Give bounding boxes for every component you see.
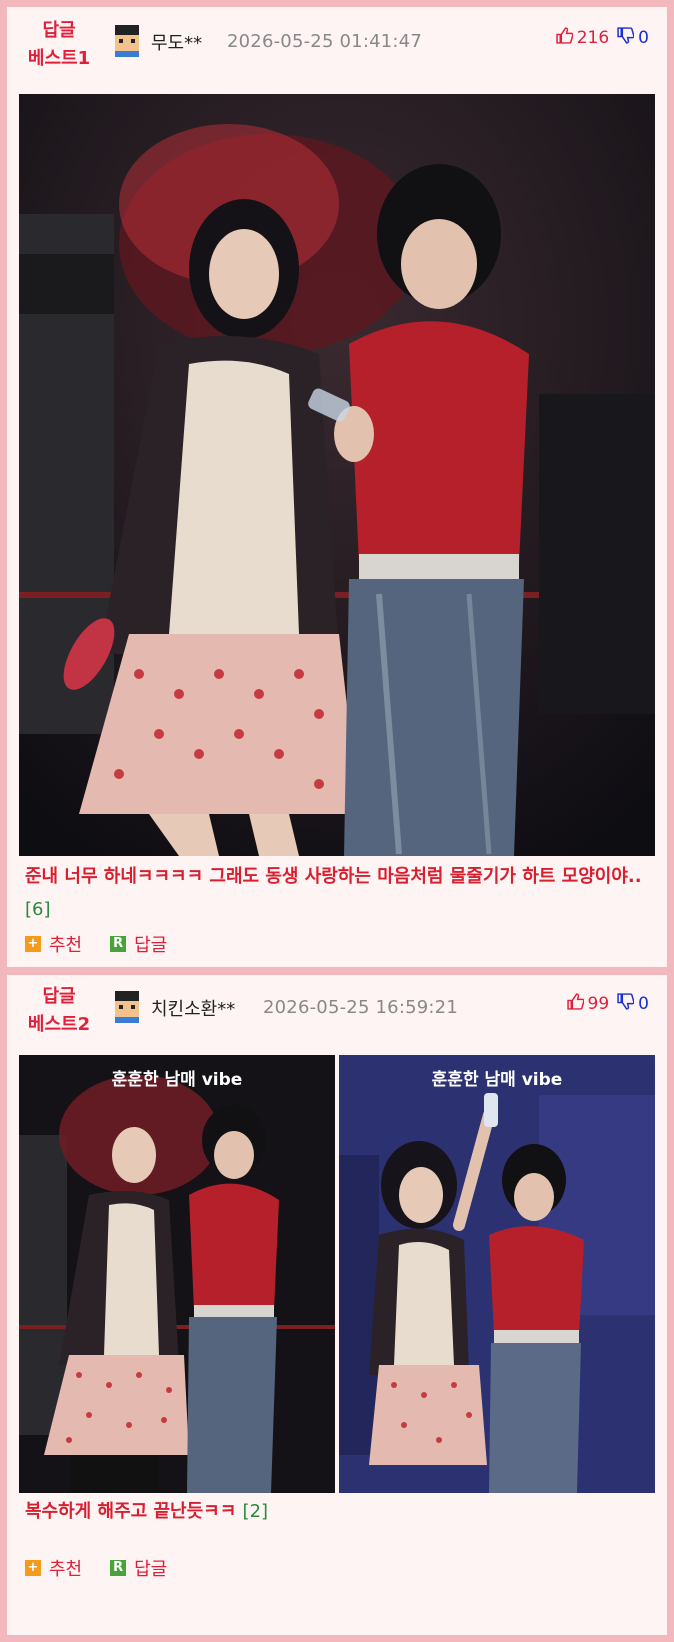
author-name[interactable]: 치킨소환** (151, 995, 235, 1021)
comment-date: 2026-05-25 01:41:47 (227, 31, 422, 52)
vote-box: 216 0 (556, 27, 649, 49)
divider (7, 967, 667, 975)
recommend-plus-icon: + (25, 1560, 41, 1576)
comment-actions: + 추천 R 답글 (25, 1555, 167, 1581)
reply-label: 답글 (134, 1559, 168, 1580)
comment-card: 답글 베스트1 무도** 2026-05-25 01:41:47 216 0 준… (7, 7, 667, 967)
thumbs-down-icon[interactable] (617, 27, 635, 49)
vote-box: 99 0 (566, 993, 649, 1015)
reply-button[interactable]: R 답글 (110, 931, 167, 957)
recommend-button[interactable]: + 추천 (25, 931, 82, 957)
comment-text: 준내 너무 하네ㅋㅋㅋㅋ 그래도 동생 사랑하는 마음처럼 물줄기가 하트 모양… (25, 860, 655, 926)
recommend-label: 추천 (49, 1559, 83, 1580)
image-caption: 훈훈한 남매 vibe (431, 1070, 563, 1090)
recommend-plus-icon: + (25, 936, 41, 952)
badge-line2: 베스트1 (27, 48, 91, 69)
thumbs-up-icon[interactable] (556, 27, 574, 49)
recommend-button[interactable]: + 추천 (25, 1555, 82, 1581)
concert-photo (19, 1055, 335, 1493)
comment-body: 복수하게 해주고 끝난듯ㅋㅋ (25, 1501, 237, 1522)
comment-photo-right[interactable]: 훈훈한 남매 vibe (339, 1055, 655, 1493)
up-count: 216 (576, 28, 610, 48)
avatar-icon (115, 991, 139, 1023)
avatar-icon (115, 25, 139, 57)
badge-line1: 답글 (42, 986, 76, 1007)
comment-photo[interactable] (19, 94, 655, 856)
down-count: 0 (638, 994, 649, 1014)
badge-line1: 답글 (42, 20, 76, 41)
comment-text: 복수하게 해주고 끝난듯ㅋㅋ [2] (25, 1495, 655, 1528)
comment-photo-left[interactable]: 훈훈한 남매 vibe (19, 1055, 335, 1493)
reply-r-icon: R (110, 936, 127, 952)
thumbs-down-icon[interactable] (617, 993, 635, 1015)
best-badge: 답글 베스트1 (19, 17, 99, 73)
reply-label: 답글 (134, 935, 168, 956)
concert-photo (339, 1055, 655, 1493)
comment-actions: + 추천 R 답글 (25, 931, 167, 957)
thumbs-up-icon[interactable] (566, 993, 585, 1015)
reply-count[interactable]: [6] (25, 899, 51, 920)
recommend-label: 추천 (49, 935, 83, 956)
comment-date: 2026-05-25 16:59:21 (263, 997, 458, 1018)
badge-line2: 베스트2 (27, 1014, 91, 1035)
up-count: 99 (587, 994, 610, 1014)
reply-button[interactable]: R 답글 (110, 1555, 167, 1581)
image-caption: 훈훈한 남매 vibe (111, 1070, 243, 1090)
comment-body: 준내 너무 하네ㅋㅋㅋㅋ 그래도 동생 사랑하는 마음처럼 물줄기가 하트 모양… (25, 866, 642, 887)
reply-r-icon: R (110, 1560, 127, 1576)
comment-list: 답글 베스트1 무도** 2026-05-25 01:41:47 216 0 준… (7, 7, 667, 1635)
author-name[interactable]: 무도** (151, 29, 202, 55)
down-count: 0 (638, 28, 649, 48)
best-badge: 답글 베스트2 (19, 983, 99, 1039)
comment-card: 답글 베스트2 치킨소환** 2026-05-25 16:59:21 99 0 (7, 975, 667, 1635)
concert-photo (19, 94, 655, 856)
reply-count[interactable]: [2] (243, 1501, 269, 1522)
